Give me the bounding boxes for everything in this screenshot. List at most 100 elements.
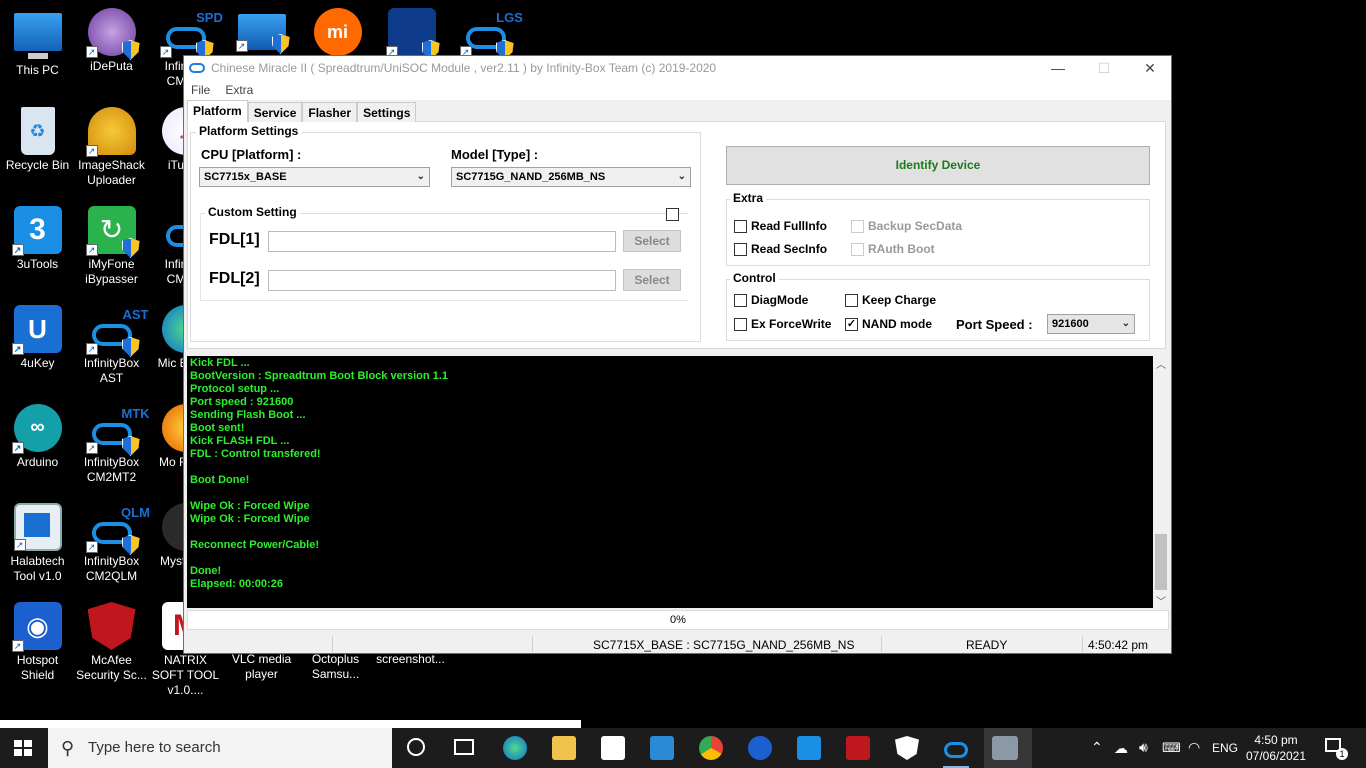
infinitybox-qlm-icon: QLM ↗ (85, 503, 150, 555)
status-divider (881, 636, 882, 652)
app-window: Chinese Miracle II ( Spreadtrum/UniSOC M… (183, 55, 1172, 654)
maximize-button[interactable]: ☐ (1081, 56, 1127, 80)
windows-start-icon[interactable] (14, 740, 32, 756)
log-scrollbar[interactable]: ︿ ﹀ (1153, 356, 1169, 608)
mail-icon[interactable] (650, 736, 674, 760)
ime-icon[interactable]: ⌨ (1162, 740, 1181, 756)
desktop-icon-idepuita[interactable]: ↗ iDePuta (74, 8, 149, 74)
desktop-icon-3utools[interactable]: 3 ↗ 3uTools (0, 206, 75, 272)
hotspot-shield-taskbar-icon[interactable] (748, 736, 772, 760)
model-value: SC7715G_NAND_256MB_NS (456, 171, 606, 183)
desktop-icon-label: Recycle Bin (5, 158, 70, 172)
cortana-icon[interactable] (407, 738, 425, 756)
menu-file[interactable]: File (191, 83, 210, 97)
cloud-icon[interactable]: ☁ (1114, 740, 1128, 757)
tab-service[interactable]: Service (247, 102, 303, 122)
platform-panel: Platform Settings CPU [Platform] : SC771… (187, 121, 1166, 349)
mcafee-taskbar-icon[interactable] (846, 736, 870, 760)
edge-taskbar-icon[interactable] (503, 736, 527, 760)
ex-forcewrite-checkbox[interactable]: Ex ForceWrite (734, 317, 831, 331)
menu-extra[interactable]: Extra (225, 83, 253, 97)
desktop-icon-infinitybox-cm2qlm[interactable]: QLM ↗ InfinityBox CM2QLM (74, 503, 150, 584)
language-indicator[interactable]: ENG (1212, 741, 1238, 755)
file-explorer-icon[interactable] (552, 736, 576, 760)
close-button[interactable]: ✕ (1127, 56, 1173, 80)
desktop-icon-infinitybox-ast[interactable]: AST ↗ InfinityBox AST (74, 305, 149, 386)
desktop-icon-label: InfinityBox CM2MT2 (83, 455, 140, 484)
chevron-down-icon: ⌄ (677, 171, 686, 182)
desktop-icon-mi[interactable]: mi (300, 8, 375, 59)
desktop-icon-this-pc[interactable]: This PC (0, 8, 75, 78)
desktop-icon-infinitybox-cm2mt2[interactable]: MTK ↗ InfinityBox CM2MT2 (74, 404, 150, 485)
scroll-up-icon[interactable]: ︿ (1156, 356, 1166, 371)
clock[interactable]: 4:50 pm 07/06/2021 (1245, 732, 1307, 764)
custom-setting-label: Custom Setting (205, 205, 300, 219)
desktop-icon-imyfone[interactable]: ↻ ↗ iMyFone iBypasser (74, 206, 149, 287)
fdl1-select-button[interactable]: Select (623, 230, 681, 252)
store-icon[interactable] (601, 736, 625, 760)
desktop-icon-4ukey[interactable]: U ↗ 4uKey (0, 305, 75, 371)
scroll-down-icon[interactable]: ﹀ (1156, 593, 1166, 608)
cpu-label: CPU [Platform] : (201, 147, 302, 162)
minimize-button[interactable]: — (1035, 56, 1081, 80)
desktop-icon-monitor[interactable]: ↗ (224, 8, 299, 54)
recycle-bin-icon: ♻ (20, 107, 55, 155)
fdl2-select-button[interactable]: Select (623, 269, 681, 291)
defender-icon[interactable] (895, 736, 919, 760)
infinitybox-lgs-icon: LGS ↗ (459, 8, 523, 60)
chrome-icon[interactable] (699, 736, 723, 760)
read-secinfo-checkbox[interactable]: Read SecInfo (734, 242, 827, 256)
diagmode-checkbox[interactable]: DiagMode (734, 293, 808, 307)
model-select[interactable]: SC7715G_NAND_256MB_NS ⌄ (451, 167, 691, 187)
infinitybox-ast-icon: AST ↗ (85, 305, 149, 357)
desktop-icon-recycle-bin[interactable]: ♻ Recycle Bin (0, 107, 75, 173)
search-input[interactable]: ⚲ Type here to search (48, 728, 392, 768)
title-bar[interactable]: Chinese Miracle II ( Spreadtrum/UniSOC M… (184, 56, 1171, 80)
wifi-icon[interactable]: ◠ (1188, 739, 1200, 756)
infinitybox-spd-icon: SPD ↗ (159, 8, 223, 60)
fdl2-path-input[interactable] (268, 270, 616, 291)
desktop-icon-infinitybox-lgs[interactable]: LGS ↗ (448, 8, 523, 60)
clock-date: 07/06/2021 (1245, 749, 1307, 763)
fdl1-label: FDL[1] (209, 231, 260, 248)
desktop-icon-label: NATRIX SOFT TOOL v1.0.... (151, 653, 220, 697)
desktop-icon-screenshot[interactable]: screenshot... (373, 652, 448, 667)
rauth-boot-checkbox[interactable]: RAuth Boot (851, 242, 935, 256)
desktop-icon-octoplus[interactable]: Octoplus Samsu... (298, 652, 373, 682)
desktop-icon-label: McAfee Security Sc... (76, 653, 147, 682)
log-output[interactable]: Kick FDL ... BootVersion : Spreadtrum Bo… (187, 356, 1153, 608)
scroll-thumb[interactable] (1155, 534, 1167, 590)
desktop-icon-mcafee[interactable]: McAfee Security Sc... (74, 602, 149, 683)
custom-setting-checkbox[interactable] (666, 208, 679, 221)
volume-icon[interactable]: 🔊︎ (1139, 739, 1148, 756)
tab-flasher[interactable]: Flasher (302, 102, 358, 122)
chevron-up-icon[interactable]: ⌃ (1091, 739, 1103, 756)
fdl1-path-input[interactable] (268, 231, 616, 252)
3utools-taskbar-icon[interactable] (797, 736, 821, 760)
desktop-icon-label: screenshot... (376, 652, 445, 666)
backup-secdata-checkbox[interactable]: Backup SecData (851, 219, 962, 233)
cpu-select[interactable]: SC7715x_BASE ⌄ (199, 167, 430, 187)
status-divider (1082, 636, 1083, 652)
read-fullinfo-checkbox[interactable]: Read FullInfo (734, 219, 827, 233)
desktop-icon-label: Arduino (16, 455, 59, 469)
tab-platform[interactable]: Platform (187, 100, 248, 122)
desktop-icon-label: InfinityBox AST (83, 356, 140, 385)
tab-settings[interactable]: Settings (357, 102, 417, 122)
desktop-icon-imageshack[interactable]: ↗ ImageShack Uploader (74, 107, 149, 188)
task-view-icon[interactable] (454, 739, 474, 755)
model-label: Model [Type] : (451, 147, 539, 162)
desktop-icon-halabtech[interactable]: ↗ Halabtech Tool v1.0 (0, 503, 75, 584)
port-speed-select[interactable]: 921600 ⌄ (1047, 314, 1135, 334)
desktop-icon-arduino[interactable]: ∞ ↗ Arduino (0, 404, 75, 470)
identify-device-button[interactable]: Identify Device (726, 146, 1150, 185)
infinitybox-mtk-icon: MTK ↗ (85, 404, 150, 456)
desktop-icon-vlc[interactable]: VLC media player (224, 652, 299, 682)
infinitybox-taskbar-icon[interactable] (944, 742, 968, 758)
nand-mode-checkbox[interactable]: ✓ NAND mode (845, 317, 932, 331)
desktop-icon-label: Halabtech Tool v1.0 (10, 554, 65, 583)
chevron-down-icon: ⌄ (416, 171, 425, 182)
desktop-icon-hotspot-shield[interactable]: ◉ ↗ Hotspot Shield (0, 602, 75, 683)
keep-charge-checkbox[interactable]: Keep Charge (845, 293, 936, 307)
desktop-icon-octopus[interactable]: ↗ (374, 8, 449, 60)
